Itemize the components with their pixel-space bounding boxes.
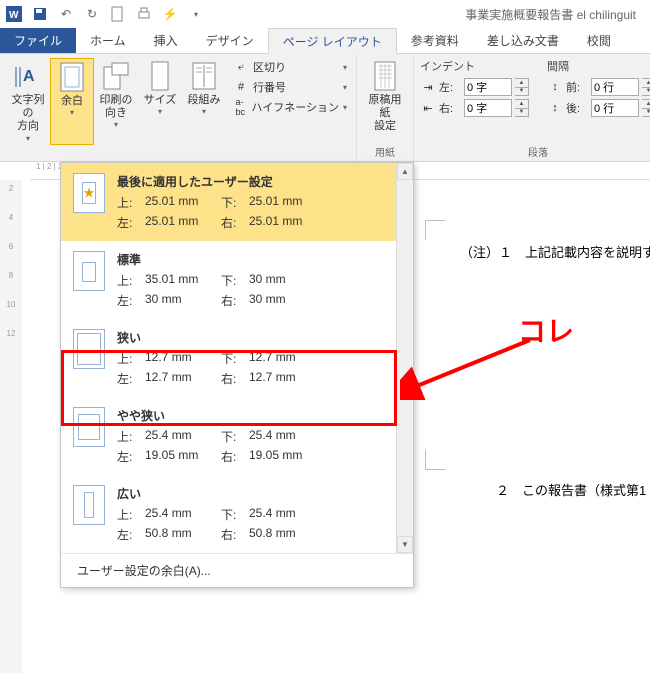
manuscript-button[interactable]: 原稿用紙設定 — [363, 58, 407, 136]
new-doc-icon[interactable] — [110, 6, 126, 22]
margin-thumb-icon: ★ — [73, 173, 105, 213]
indent-left-input[interactable] — [464, 78, 512, 96]
columns-icon — [188, 60, 220, 92]
margin-option-narrow[interactable]: 狭い 上:12.7 mm 下:12.7 mm 左:12.7 mm 右:12.7 … — [61, 319, 413, 397]
columns-button[interactable]: 段組み ▾ — [182, 58, 226, 145]
word-icon: W — [6, 6, 22, 22]
print-icon[interactable] — [136, 6, 152, 22]
annotation-label: コレ — [518, 310, 574, 350]
margins-icon — [56, 61, 88, 93]
group-manuscript: 原稿用紙設定 用紙 — [357, 54, 414, 161]
ribbon: A 文字列の方向 ▾ 余白 ▾ 印刷の向き ▾ サイズ ▾ 段組み — [0, 54, 650, 162]
text-direction-icon: A — [12, 60, 44, 92]
caret-icon: ▾ — [26, 134, 30, 143]
indent-left-icon: ⇥ — [420, 79, 436, 95]
caret-icon: ▾ — [202, 107, 206, 116]
quick-access-toolbar: W ↶ ↻ ⚡ ▾ — [6, 6, 204, 22]
spacing-before-row: ↕ 前: ▲▼ — [547, 78, 650, 96]
spinner-arrows[interactable]: ▲▼ — [515, 99, 529, 117]
document-title: 事業実施概要報告書 el chilinguit — [204, 6, 644, 23]
ribbon-tabs: ファイル ホーム 挿入 デザイン ページ レイアウト 参考資料 差し込み文書 校… — [0, 28, 650, 54]
breaks-button[interactable]: ⤶区切り▾ — [230, 58, 350, 76]
margin-thumb-icon — [73, 251, 105, 291]
indent-right-row: ⇤ 右: ▲▼ — [420, 99, 529, 117]
margins-dropdown: ★ 最後に適用したユーザー設定 上:25.01 mm 下:25.01 mm 左:… — [60, 162, 414, 588]
indent-right-input[interactable] — [464, 99, 512, 117]
svg-text:W: W — [9, 10, 19, 21]
spinner-arrows[interactable]: ▲▼ — [642, 78, 650, 96]
group-paragraph: インデント ⇥ 左: ▲▼ ⇤ 右: ▲▼ — [414, 54, 650, 161]
custom-margins-button[interactable]: ユーザー設定の余白(A)... — [61, 553, 413, 587]
vertical-ruler[interactable]: 24681012 — [0, 180, 22, 673]
doc-text-1: （注）１ 上記記載内容を説明す — [460, 242, 650, 261]
tab-review[interactable]: 校閲 — [573, 28, 625, 53]
caret-icon: ▾ — [114, 120, 118, 129]
manuscript-icon — [369, 60, 401, 92]
margins-button[interactable]: 余白 ▾ — [50, 58, 94, 145]
margin-option-moderate[interactable]: やや狭い 上:25.4 mm 下:25.4 mm 左:19.05 mm 右:19… — [61, 397, 413, 475]
svg-text:A: A — [23, 68, 35, 85]
titlebar: W ↶ ↻ ⚡ ▾ 事業実施概要報告書 el chilinguit — [0, 0, 650, 28]
breaks-icon: ⤶ — [233, 59, 249, 75]
spinner-arrows[interactable]: ▲▼ — [642, 99, 650, 117]
text-direction-button[interactable]: A 文字列の方向 ▾ — [6, 58, 50, 145]
margin-option-normal[interactable]: 標準 上:35.01 mm 下:30 mm 左:30 mm 右:30 mm — [61, 241, 413, 319]
spacing-after-input[interactable] — [591, 99, 639, 117]
undo-icon[interactable]: ↶ — [58, 6, 74, 22]
page-corner-icon — [425, 450, 445, 470]
indent-right-icon: ⇤ — [420, 100, 436, 116]
spacing-before-input[interactable] — [591, 78, 639, 96]
caret-icon: ▾ — [158, 107, 162, 116]
save-icon[interactable] — [32, 6, 48, 22]
margin-option-wide[interactable]: 広い 上:25.4 mm 下:25.4 mm 左:50.8 mm 右:50.8 … — [61, 475, 413, 553]
spinner-arrows[interactable]: ▲▼ — [515, 78, 529, 96]
quick-print-icon[interactable]: ⚡ — [162, 6, 178, 22]
hyphenation-button[interactable]: a-bcハイフネーション▾ — [230, 98, 350, 116]
group-page-setup: A 文字列の方向 ▾ 余白 ▾ 印刷の向き ▾ サイズ ▾ 段組み — [0, 54, 357, 161]
margin-thumb-icon — [73, 485, 105, 525]
tab-page-layout[interactable]: ページ レイアウト — [268, 28, 397, 54]
tab-home[interactable]: ホーム — [76, 28, 140, 53]
dropdown-scrollbar[interactable]: ▲ ▼ — [396, 163, 413, 553]
indent-left-row: ⇥ 左: ▲▼ — [420, 78, 529, 96]
caret-icon: ▾ — [70, 108, 74, 117]
hyphenation-icon: a-bc — [233, 99, 247, 115]
tab-file[interactable]: ファイル — [0, 28, 76, 53]
scroll-up-icon[interactable]: ▲ — [397, 163, 413, 180]
tab-design[interactable]: デザイン — [192, 28, 268, 53]
spacing-before-icon: ↕ — [547, 79, 563, 95]
size-icon — [144, 60, 176, 92]
page-corner-icon — [425, 220, 445, 240]
orientation-button[interactable]: 印刷の向き ▾ — [94, 58, 138, 145]
spacing-after-icon: ↕ — [547, 100, 563, 116]
size-button[interactable]: サイズ ▾ — [138, 58, 182, 145]
tab-insert[interactable]: 挿入 — [140, 28, 192, 53]
redo-icon[interactable]: ↻ — [84, 6, 100, 22]
tab-mailings[interactable]: 差し込み文書 — [473, 28, 573, 53]
orientation-icon — [100, 60, 132, 92]
margin-thumb-icon — [73, 329, 105, 369]
spacing-after-row: ↕ 後: ▲▼ — [547, 99, 650, 117]
margin-thumb-icon — [73, 407, 105, 447]
qat-more-icon[interactable]: ▾ — [188, 6, 204, 22]
tab-references[interactable]: 参考資料 — [397, 28, 473, 53]
line-numbers-button[interactable]: #行番号▾ — [230, 78, 350, 96]
scroll-down-icon[interactable]: ▼ — [397, 536, 413, 553]
doc-text-2: ２ この報告書（様式第1 — [496, 480, 646, 499]
line-numbers-icon: # — [233, 79, 249, 95]
margin-option-last-custom[interactable]: ★ 最後に適用したユーザー設定 上:25.01 mm 下:25.01 mm 左:… — [61, 163, 413, 241]
